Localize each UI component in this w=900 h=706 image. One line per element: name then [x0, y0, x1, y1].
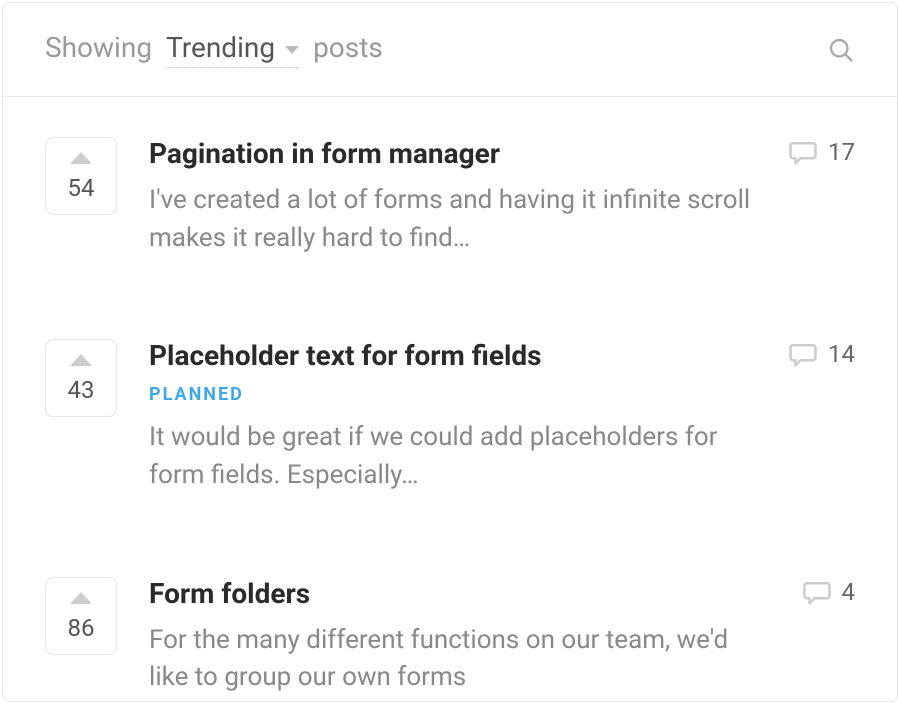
filter-prefix: Showing: [45, 31, 152, 64]
post-excerpt: For the many different functions on our …: [149, 622, 770, 697]
post-item: 54 Pagination in form manager I've creat…: [45, 97, 855, 299]
comment-icon: [788, 339, 818, 369]
post-list: 54 Pagination in form manager I've creat…: [3, 97, 897, 702]
post-title[interactable]: Pagination in form manager: [149, 137, 756, 170]
comment-icon: [788, 137, 818, 167]
vote-count: 54: [68, 174, 95, 202]
upvote-button[interactable]: 86: [45, 577, 117, 655]
filter-bar: Showing Trending posts: [3, 3, 897, 97]
post-content: Placeholder text for form fields PLANNED…: [149, 339, 756, 494]
post-excerpt: I've created a lot of forms and having i…: [149, 182, 756, 257]
filter-value: Trending: [166, 31, 275, 64]
post-title[interactable]: Form folders: [149, 577, 770, 610]
upvote-button[interactable]: 43: [45, 339, 117, 417]
comment-count: 17: [828, 138, 855, 166]
filter-dropdown[interactable]: Trending: [166, 31, 299, 68]
upvote-icon: [70, 592, 92, 604]
upvote-icon: [70, 354, 92, 366]
search-icon: [827, 36, 855, 64]
comment-link[interactable]: 4: [802, 577, 856, 607]
comment-count: 4: [842, 578, 856, 606]
comment-count: 14: [828, 340, 855, 368]
vote-count: 43: [68, 376, 95, 404]
vote-count: 86: [68, 614, 95, 642]
post-content: Pagination in form manager I've created …: [149, 137, 756, 257]
filter-suffix: posts: [313, 31, 383, 64]
post-item: 43 Placeholder text for form fields PLAN…: [45, 299, 855, 536]
post-excerpt: It would be great if we could add placeh…: [149, 419, 756, 494]
post-title[interactable]: Placeholder text for form fields: [149, 339, 756, 372]
search-button[interactable]: [827, 36, 855, 64]
status-badge: PLANNED: [149, 384, 756, 405]
upvote-button[interactable]: 54: [45, 137, 117, 215]
comment-icon: [802, 577, 832, 607]
upvote-icon: [70, 152, 92, 164]
post-item: 86 Form folders For the many different f…: [45, 537, 855, 702]
post-content: Form folders For the many different func…: [149, 577, 770, 697]
comment-link[interactable]: 14: [788, 339, 855, 369]
filter-text: Showing Trending posts: [45, 31, 383, 68]
chevron-down-icon: [285, 46, 299, 54]
comment-link[interactable]: 17: [788, 137, 855, 167]
